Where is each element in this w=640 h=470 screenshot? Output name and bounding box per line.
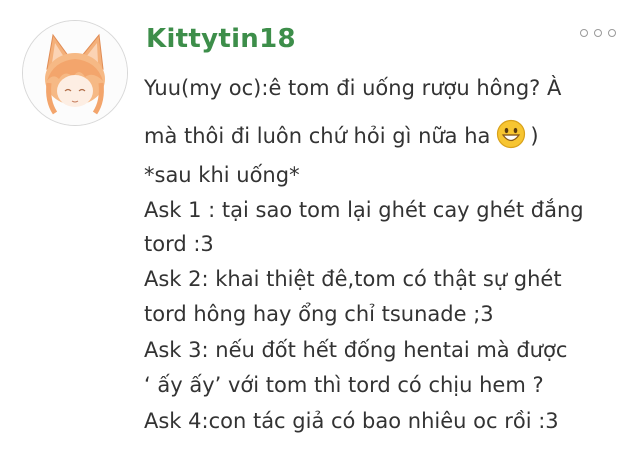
avatar-image [23, 21, 127, 125]
dot-icon [580, 29, 588, 37]
dot-icon [608, 29, 616, 37]
grinning-face-icon [496, 119, 526, 149]
comment-line: Yuu(my oc):ê tom đi uống rượu hông? À [144, 76, 562, 100]
comment-line: Ask 3: nếu đốt hết đống hentai mà được [144, 338, 568, 362]
comment-text: mà thôi đi luôn chứ hỏi gì nữa ha [144, 124, 491, 148]
comment-line: mà thôi đi luôn chứ hỏi gì nữa ha) [144, 119, 539, 149]
dot-icon [594, 29, 602, 37]
comment-line: Ask 4:con tác giả có bao nhiêu oc rồi :3 [144, 409, 559, 433]
comment-line: Ask 2: khai thiệt đê,tom có thật sự ghét [144, 267, 562, 291]
comment-line: ‘ ấy ấy’ với tom thì tord có chịu hem ? [144, 373, 544, 397]
comment-line: *sau khi uống* [144, 163, 300, 187]
more-options-icon[interactable] [580, 26, 620, 40]
comment-line: tord hông hay ổng chỉ tsunade ;3 [144, 302, 494, 326]
comment-line: Ask 1 : tại sao tom lại ghét cay ghét đắ… [144, 198, 584, 222]
comment-text: ) [530, 124, 539, 148]
user-avatar[interactable] [22, 20, 128, 126]
username[interactable]: Kittytin18 [146, 24, 296, 54]
comment-line: tord :3 [144, 232, 214, 256]
